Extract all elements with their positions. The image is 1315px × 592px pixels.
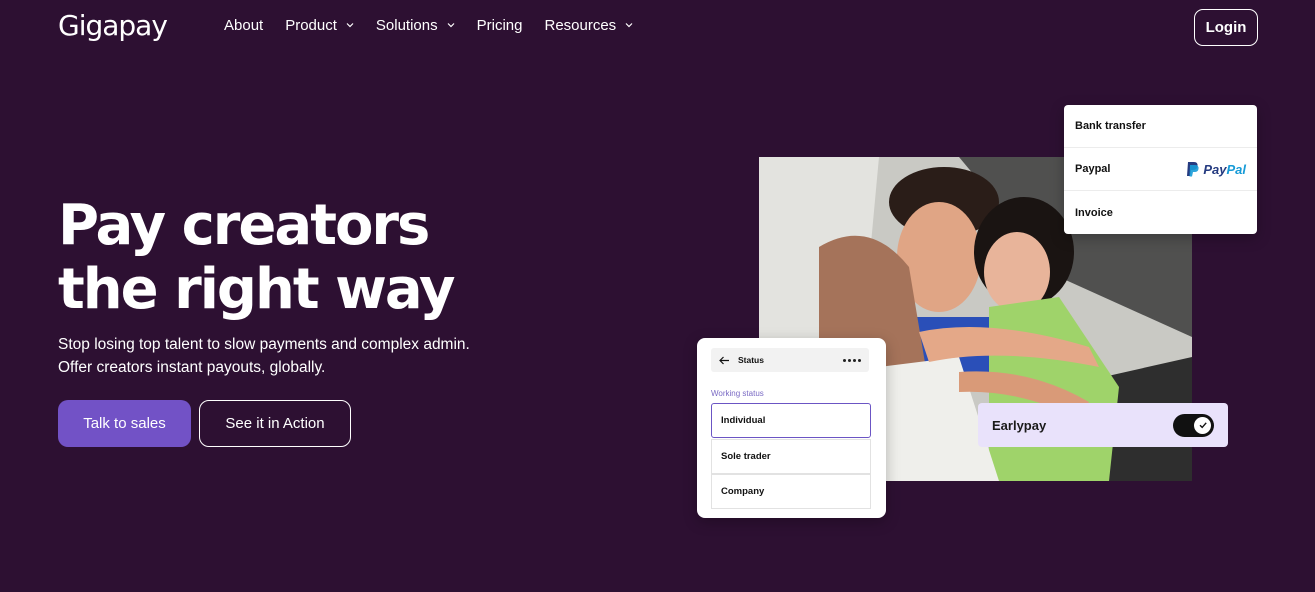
earlypay-card: Earlypay (978, 403, 1228, 447)
earlypay-label: Earlypay (992, 417, 1047, 433)
nav-solutions-label: Solutions (375, 17, 438, 34)
toggle-knob (1194, 416, 1211, 434)
status-option-label: Sole trader (721, 451, 771, 462)
status-option-sole-trader[interactable]: Sole trader (711, 439, 871, 474)
hero-subtitle: Stop losing top talent to slow payments … (58, 333, 470, 379)
nav-product-label: Product (285, 17, 337, 34)
chevron-down-icon (625, 23, 633, 28)
payment-methods-card: Bank transfer Paypal Pay Pal Invoice (1064, 105, 1257, 234)
status-option-individual[interactable]: Individual (711, 403, 871, 438)
see-it-in-action-button[interactable]: See it in Action (199, 400, 351, 447)
payment-option-label: Paypal (1075, 163, 1111, 175)
working-status-card: Status Working status Individual Sole tr… (697, 338, 886, 518)
check-icon (1199, 422, 1207, 429)
hero-subtitle-line-1: Stop losing top talent to slow payments … (58, 336, 470, 353)
nav-about-label: About (224, 17, 264, 34)
paypal-icon (1187, 162, 1199, 177)
hero-subtitle-line-2: Offer creators instant payouts, globally… (58, 359, 326, 376)
login-button[interactable]: Login (1194, 9, 1258, 46)
nav-resources-label: Resources (544, 17, 617, 34)
chevron-down-icon (447, 23, 455, 28)
payment-option-label: Invoice (1075, 206, 1113, 219)
status-option-label: Individual (721, 415, 766, 426)
payment-option-invoice[interactable]: Invoice (1064, 191, 1257, 234)
nav-about[interactable]: About (224, 17, 263, 34)
hero-title: Pay creators the right way (58, 193, 455, 322)
nav-pricing[interactable]: Pricing (477, 17, 523, 34)
nav-pricing-label: Pricing (476, 17, 523, 34)
hero-title-line-2: the right way (58, 257, 455, 322)
paypal-wordmark-part-2: Pal (1226, 161, 1246, 177)
payment-option-paypal[interactable]: Paypal Pay Pal (1064, 148, 1257, 191)
paypal-logo: Pay Pal (1186, 161, 1246, 177)
earlypay-toggle[interactable] (1173, 413, 1214, 437)
more-dots-icon[interactable] (841, 358, 861, 362)
nav-resources[interactable]: Resources (544, 17, 633, 34)
payment-option-label: Bank transfer (1075, 120, 1146, 132)
paypal-wordmark-part-1: Pay (1203, 161, 1227, 177)
talk-to-sales-button[interactable]: Talk to sales (58, 400, 191, 447)
nav-product[interactable]: Product (285, 17, 354, 34)
status-option-company[interactable]: Company (711, 474, 871, 509)
status-card-title: Status (738, 355, 764, 365)
working-status-label: Working status (711, 389, 764, 398)
status-card-header: Status (711, 348, 869, 372)
status-option-label: Company (721, 486, 765, 497)
main-nav: About Product Solutions Pricing Resource… (224, 17, 655, 34)
back-arrow-icon[interactable] (719, 356, 730, 365)
hero-title-line-1: Pay creators (58, 193, 430, 258)
brand-logo[interactable]: Gigapay (58, 9, 168, 42)
chevron-down-icon (346, 23, 354, 28)
nav-solutions[interactable]: Solutions (376, 17, 455, 34)
payment-option-bank-transfer[interactable]: Bank transfer (1064, 105, 1257, 148)
